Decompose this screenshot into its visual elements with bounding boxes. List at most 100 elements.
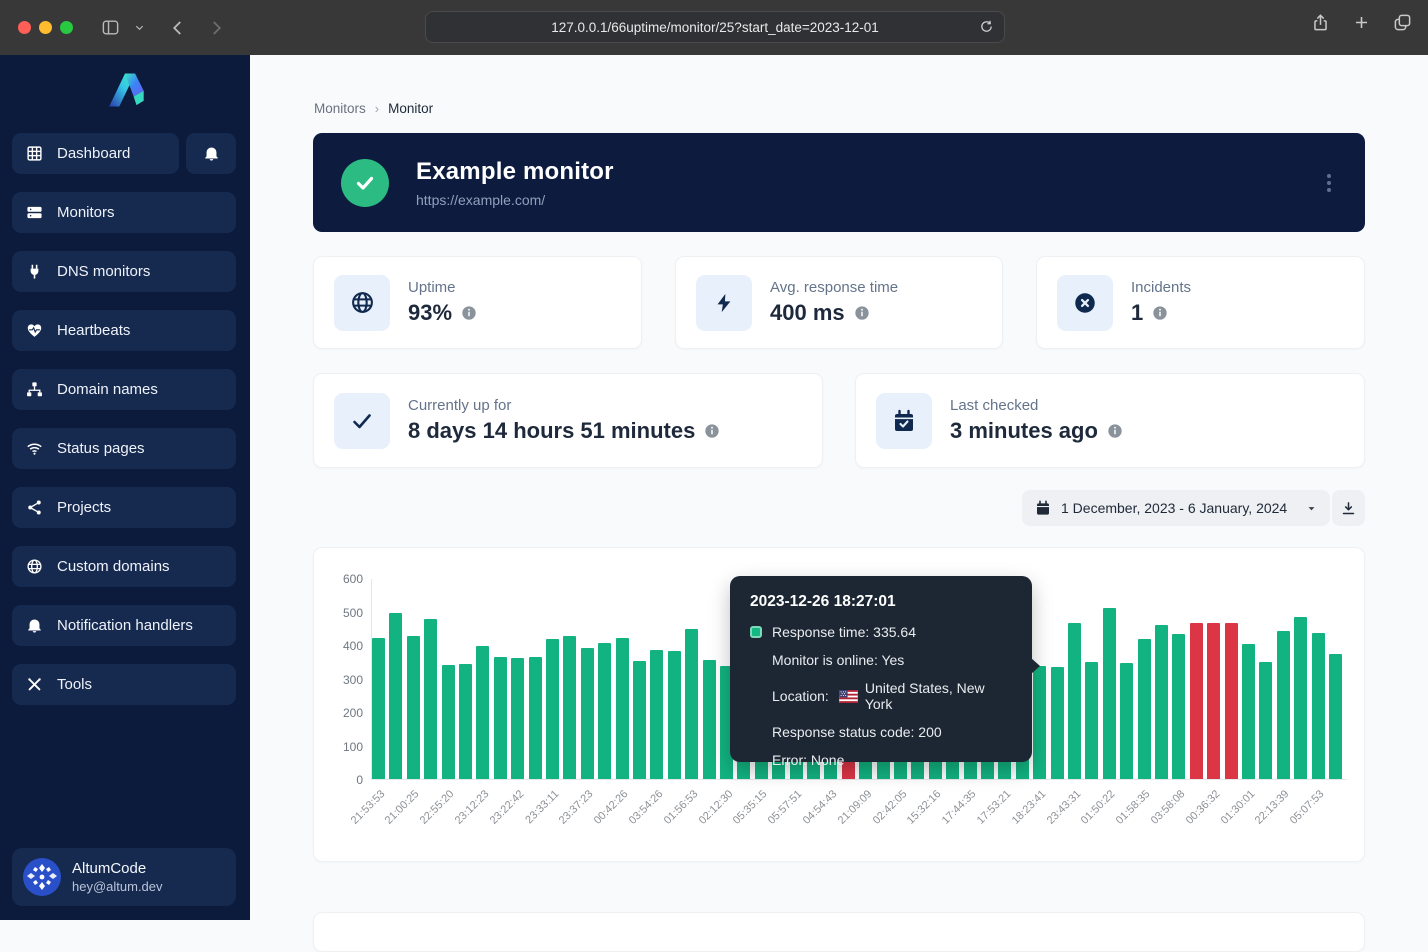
chart-bar[interactable] <box>546 639 559 779</box>
y-axis-label: 400 <box>317 639 363 653</box>
chart-bar[interactable] <box>529 657 542 779</box>
chart-bar[interactable] <box>1103 608 1116 779</box>
chart-bar[interactable] <box>1207 623 1220 779</box>
sidebar-item-monitors[interactable]: Monitors <box>12 192 236 233</box>
info-icon[interactable] <box>1152 305 1168 321</box>
chart-bar[interactable] <box>442 665 455 779</box>
monitor-up-status-icon <box>341 159 389 207</box>
chart-bar[interactable] <box>1277 631 1290 779</box>
sidebar-item-label: Projects <box>57 499 111 516</box>
sidebar-item-dns-monitors[interactable]: DNS monitors <box>12 251 236 292</box>
reload-icon[interactable] <box>979 19 994 34</box>
avg-response-label: Avg. response time <box>770 279 898 296</box>
globe-icon <box>26 558 44 576</box>
chart-bar[interactable] <box>581 648 594 779</box>
chart-bar[interactable] <box>1242 644 1255 779</box>
incidents-label: Incidents <box>1131 279 1191 296</box>
sidebar-item-domain-names[interactable]: Domain names <box>12 369 236 410</box>
export-download-button[interactable] <box>1332 490 1365 526</box>
sidebar-item-tools[interactable]: Tools <box>12 664 236 705</box>
info-icon[interactable] <box>461 305 477 321</box>
sidebar-item-dashboard[interactable]: Dashboard <box>12 133 179 174</box>
sidebar-item-custom-domains[interactable]: Custom domains <box>12 546 236 587</box>
breadcrumb-monitors-link[interactable]: Monitors <box>314 101 366 116</box>
fullscreen-window-button[interactable] <box>60 21 73 34</box>
monitor-url[interactable]: https://example.com/ <box>416 192 614 208</box>
chart-bar[interactable] <box>372 638 385 779</box>
chart-bar[interactable] <box>1329 654 1342 779</box>
chart-bar[interactable] <box>1259 662 1272 779</box>
chart-bar[interactable] <box>476 646 489 779</box>
back-button[interactable] <box>169 19 187 37</box>
chart-bar[interactable] <box>389 613 402 779</box>
chart-bar[interactable] <box>424 619 437 779</box>
chart-bar[interactable] <box>511 658 524 779</box>
chart-bar[interactable] <box>1190 623 1203 779</box>
window-controls <box>18 21 73 34</box>
minimize-window-button[interactable] <box>39 21 52 34</box>
user-account-card[interactable]: AltumCode hey@altum.dev <box>12 848 236 906</box>
tab-overview-icon[interactable] <box>1393 13 1412 32</box>
chart-bar[interactable] <box>1312 633 1325 779</box>
chart-bar[interactable] <box>616 638 629 779</box>
chevron-down-icon[interactable] <box>134 22 145 33</box>
avatar <box>23 858 61 896</box>
chart-bar[interactable] <box>1085 662 1098 779</box>
chart-bar[interactable] <box>1033 666 1046 779</box>
chart-bar[interactable] <box>1120 663 1133 779</box>
chart-bar[interactable] <box>650 650 663 779</box>
chart-bar[interactable] <box>598 643 611 779</box>
info-icon[interactable] <box>854 305 870 321</box>
chart-bar[interactable] <box>1155 625 1168 779</box>
chart-bar[interactable] <box>633 661 646 779</box>
sidebar-item-label: Dashboard <box>57 145 130 162</box>
app-logo[interactable] <box>0 55 250 133</box>
chart-bar[interactable] <box>1068 623 1081 779</box>
next-section-card <box>313 912 1365 952</box>
chart-bar[interactable] <box>1172 634 1185 779</box>
breadcrumb-chevron-icon: › <box>375 101 379 116</box>
monitor-title: Example monitor <box>416 158 614 186</box>
chart-bar[interactable] <box>407 636 420 779</box>
uptime-label: Uptime <box>408 279 477 296</box>
chart-bar[interactable] <box>685 629 698 779</box>
monitor-header-card: Example monitor https://example.com/ <box>313 133 1365 232</box>
bolt-icon <box>696 275 752 331</box>
sidebar-item-heartbeats[interactable]: Heartbeats <box>12 310 236 351</box>
address-bar[interactable]: 127.0.0.1/66uptime/monitor/25?start_date… <box>425 11 1005 43</box>
currently-up-label: Currently up for <box>408 397 720 414</box>
chart-bar[interactable] <box>459 664 472 779</box>
chart-bar[interactable] <box>1225 623 1238 779</box>
sidebar: Dashboard Monitors DNS monitors Heartbea… <box>0 55 250 920</box>
y-axis-label: 200 <box>317 706 363 720</box>
share-icon[interactable] <box>1311 13 1330 32</box>
info-icon[interactable] <box>1107 423 1123 439</box>
chart-bar[interactable] <box>494 657 507 779</box>
chart-bar[interactable] <box>563 636 576 779</box>
sidebar-item-label: Tools <box>57 676 92 693</box>
info-icon[interactable] <box>704 423 720 439</box>
date-range-picker[interactable]: 1 December, 2023 - 6 January, 2024 <box>1022 490 1330 526</box>
plug-icon <box>26 263 44 281</box>
avg-response-card: Avg. response time 400 ms <box>675 256 1003 349</box>
uptime-card: Uptime 93% <box>313 256 642 349</box>
new-tab-icon[interactable] <box>1352 13 1371 32</box>
last-checked-label: Last checked <box>950 397 1123 414</box>
chart-bar[interactable] <box>668 651 681 779</box>
close-window-button[interactable] <box>18 21 31 34</box>
tooltip-status-code: Response status code: 200 <box>772 724 942 740</box>
y-axis-label: 0 <box>317 773 363 787</box>
caret-down-icon <box>1306 503 1317 514</box>
sidebar-item-notification-handlers[interactable]: Notification handlers <box>12 605 236 646</box>
chart-bar[interactable] <box>1138 639 1151 779</box>
sidebar-notifications-button[interactable] <box>186 133 236 174</box>
chart-bar[interactable] <box>703 660 716 779</box>
sidebar-item-projects[interactable]: Projects <box>12 487 236 528</box>
sidebar-toggle-icon[interactable] <box>101 18 120 37</box>
chart-bar[interactable] <box>1051 667 1064 779</box>
monitor-menu-button[interactable] <box>1321 168 1337 198</box>
chart-bar[interactable] <box>1294 617 1307 779</box>
sidebar-item-status-pages[interactable]: Status pages <box>12 428 236 469</box>
series-marker-icon <box>750 626 762 638</box>
forward-button[interactable] <box>207 19 225 37</box>
